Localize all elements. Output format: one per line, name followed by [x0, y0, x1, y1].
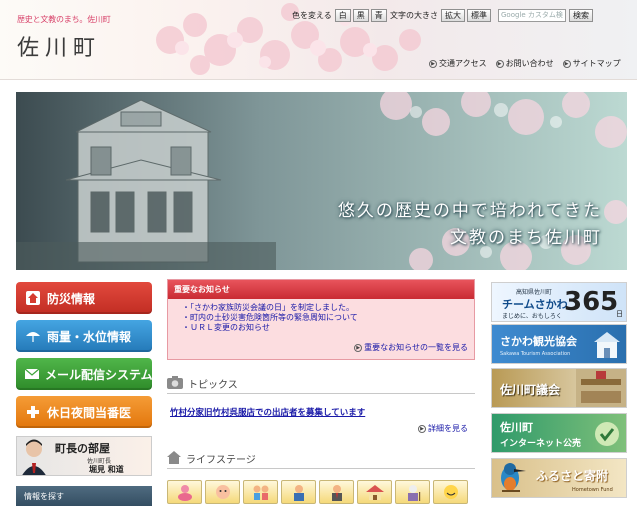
top-links: ▶ 交通アクセス ▶ お問い合わせ ▶ サイトマップ [429, 58, 621, 69]
site-header: 歴史と文教のまち。佐川町 佐川町 色を変える 白 黒 青 文字の大きさ 拡大 標… [0, 0, 637, 80]
team-tagline: まじめに、おもしろく [502, 313, 562, 320]
sitemap-link[interactable]: ▶ サイトマップ [562, 58, 621, 69]
house-small-icon [167, 450, 181, 467]
tourism-association-banner[interactable]: さかわ観光協会 Sakawa Tourism Association [491, 324, 627, 364]
arrow-circle-icon: ▶ [562, 59, 571, 68]
notice-more-link[interactable]: ▶ 重要なお知らせの一覧を見る [354, 342, 468, 353]
smile-icon[interactable] [433, 480, 468, 504]
topics-title: トピックス [188, 380, 238, 391]
internet-auction-title: インターネット公売 [500, 439, 582, 449]
house-icon [24, 289, 42, 307]
school-icon[interactable] [281, 480, 316, 504]
mayor-name: 堀見 和道 [89, 465, 124, 474]
kingfisher-bird-icon [501, 463, 526, 492]
site-tagline: 歴史と文教のまち。佐川町 [17, 15, 111, 24]
text-enlarge-button[interactable]: 拡大 [441, 8, 465, 22]
notice-item[interactable]: ・「さかわ家族防災会議の日」を制定しました。 [182, 303, 474, 313]
council-title: 佐川町議会 [500, 383, 561, 397]
mayor-photo [22, 439, 46, 475]
notice-item[interactable]: ・ＵＲＬ変更のお知らせ [182, 323, 474, 333]
arrow-circle-icon: ▶ [418, 424, 426, 433]
disaster-info-label: 防災情報 [47, 291, 96, 306]
color-label: 色を変える [292, 10, 332, 20]
team-365-number: 365 [564, 287, 619, 317]
life-stage-header: ライフステージ [167, 449, 475, 469]
arrow-circle-icon: ▶ [429, 59, 437, 68]
work-icon[interactable] [319, 480, 354, 504]
color-blue-button[interactable]: 青 [370, 8, 387, 22]
umbrella-icon [24, 327, 42, 345]
holiday-night-doctor-button[interactable]: 休日夜間当番医 [16, 396, 152, 428]
council-chamber-photo [576, 369, 626, 407]
rainfall-label: 雨量・水位情報 [47, 329, 132, 344]
text-size-label: 文字の大きさ [390, 10, 438, 20]
color-white-button[interactable]: 白 [334, 8, 351, 22]
tourism-sub: Sakawa Tourism Association [500, 351, 571, 357]
search-input[interactable]: Google カスタム検 [498, 8, 566, 22]
hero-slogan: 悠久の歴史の中で培われてきた 文教のまち佐川町 [338, 198, 602, 252]
topics-header: トピックス [167, 374, 475, 394]
checkmark-icon [595, 422, 619, 446]
tourism-title: さかわ観光協会 [500, 335, 577, 348]
team-name: チームさかわ [502, 298, 568, 311]
mail-delivery-button[interactable]: メール配信システム [16, 358, 153, 390]
notice-item[interactable]: ・町内の土砂災害危険箇所等の緊急周知について [182, 313, 474, 323]
rainfall-water-level-button[interactable]: 雨量・水位情報 [16, 320, 152, 352]
internet-auction-town: 佐川町 [500, 421, 533, 434]
elderly-icon[interactable] [395, 480, 430, 504]
search-button[interactable]: 検索 [569, 8, 593, 22]
team-sakawa-365-banner[interactable]: 高知県佐川町 チームさかわ まじめに、おもしろく 365 日 [491, 282, 627, 322]
arrow-circle-icon: ▶ [495, 59, 504, 68]
topics-more-link[interactable]: ▶ 詳細を見る [418, 423, 468, 434]
life-stage-icons [167, 480, 475, 504]
topics-item-link[interactable]: 竹村分家旧竹村呉服店での出店者を募集しています [170, 406, 365, 418]
town-name: 佐川町 [17, 36, 102, 61]
town-building-icon [594, 332, 620, 358]
hero-banner: 悠久の歴史の中で培われてきた 文教のまち佐川町 [16, 92, 627, 270]
mayor-room-banner[interactable]: 町長の部屋 佐川町長 堀見 和道 [16, 436, 152, 476]
family-icon[interactable] [357, 480, 392, 504]
medical-cross-icon [24, 403, 42, 421]
text-standard-button[interactable]: 標準 [467, 8, 491, 22]
holiday-doctor-label: 休日夜間当番医 [47, 405, 132, 420]
hero-slogan-line1: 悠久の歴史の中で培われてきた [337, 201, 602, 221]
info-search-header: 情報を探す [16, 486, 152, 506]
important-notice-box: 重要なお知らせ ・「さかわ家族防災会議の日」を制定しました。 ・町内の土砂災害危… [167, 279, 475, 360]
disaster-info-button[interactable]: 防災情報 [16, 282, 152, 314]
camera-icon [167, 375, 183, 392]
contact-link[interactable]: ▶ お問い合わせ [495, 58, 554, 69]
furusato-title: ふるさと寄附 [536, 469, 609, 483]
color-switcher: 色を変える 白 黒 青 [292, 8, 389, 22]
children-icon[interactable] [243, 480, 278, 504]
baby-icon[interactable] [205, 480, 240, 504]
hero-slogan-line2: 文教のまち佐川町 [450, 228, 602, 248]
notice-list: ・「さかわ家族防災会議の日」を制定しました。 ・町内の土砂災害危険箇所等の緊急周… [168, 299, 474, 333]
life-stage-title: ライフステージ [186, 455, 256, 466]
mayor-room-title: 町長の部屋 [55, 442, 110, 455]
mail-delivery-label: メール配信システム [45, 367, 153, 382]
important-notice-title: 重要なお知らせ [168, 280, 474, 299]
pregnancy-icon[interactable] [167, 480, 202, 504]
site-logo[interactable]: 歴史と文教のまち。佐川町 佐川町 [17, 14, 127, 62]
color-black-button[interactable]: 黒 [352, 8, 369, 22]
arrow-circle-icon: ▶ [354, 343, 363, 352]
mail-icon [24, 365, 40, 383]
town-council-banner[interactable]: 佐川町議会 [491, 368, 627, 408]
furusato-sub: Hometown Fund [572, 487, 613, 493]
team-day-unit: 日 [616, 310, 623, 318]
team-prefecture-label: 高知県佐川町 [516, 289, 553, 296]
internet-auction-banner[interactable]: 佐川町 インターネット公売 [491, 413, 627, 453]
hometown-fund-banner[interactable]: ふるさと寄附 Hometown Fund [491, 458, 627, 498]
text-size-switcher: 文字の大きさ 拡大 標準 [390, 8, 493, 22]
search-box: Google カスタム検 検索 [498, 8, 595, 22]
access-link[interactable]: ▶ 交通アクセス [429, 58, 487, 69]
